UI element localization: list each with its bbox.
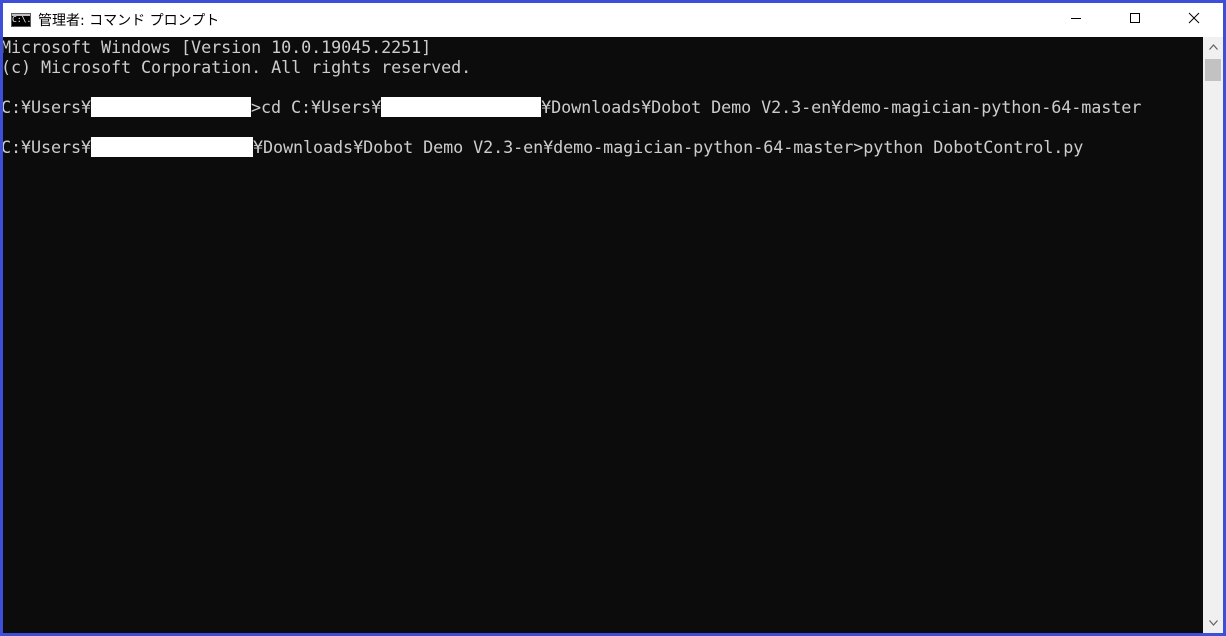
scroll-down-button[interactable]	[1203, 613, 1223, 633]
minimize-icon	[1070, 18, 1081, 19]
minimize-button[interactable]	[1046, 3, 1105, 33]
prompt-path-prefix: C:¥Users¥	[3, 137, 92, 157]
command-prompt-window: C:\. 管理者: コマンド プロンプト Microsoft Windows […	[3, 3, 1223, 633]
console-line-command-python: C:¥Users¥ ¥Downloads¥Dobot Demo V2.3-en¥d…	[3, 137, 1083, 157]
scrollbar-thumb[interactable]	[1205, 59, 1221, 81]
console-line: Microsoft Windows [Version 10.0.19045.22…	[3, 37, 432, 57]
close-icon	[1188, 12, 1199, 24]
cd-command-path: ¥Downloads¥Dobot Demo V2.3-en¥demo-magic…	[541, 97, 1142, 117]
cmd-app-icon[interactable]: C:\.	[11, 13, 31, 27]
prompt-path-prefix: C:¥Users¥	[3, 97, 92, 117]
console-line: (c) Microsoft Corporation. All rights re…	[3, 57, 472, 77]
redacted-username	[91, 97, 252, 117]
close-button[interactable]	[1164, 3, 1223, 33]
maximize-icon	[1129, 13, 1140, 23]
cd-command-text: >cd C:¥Users¥	[251, 97, 382, 117]
redacted-username	[381, 97, 542, 117]
title-bar[interactable]: C:\. 管理者: コマンド プロンプト	[3, 3, 1223, 37]
arrow-up-icon	[1208, 44, 1218, 50]
console-output[interactable]: Microsoft Windows [Version 10.0.19045.22…	[3, 37, 1201, 633]
redacted-username	[91, 137, 254, 157]
console-line-command-cd: C:¥Users¥ >cd C:¥Users¥ ¥Downloads¥Dobot D…	[3, 97, 1141, 117]
arrow-down-icon	[1208, 620, 1218, 626]
window-title: 管理者: コマンド プロンプト	[38, 13, 220, 29]
maximize-button[interactable]	[1105, 3, 1164, 33]
vertical-scrollbar[interactable]	[1203, 37, 1223, 633]
python-command-text: ¥Downloads¥Dobot Demo V2.3-en¥demo-magic…	[253, 137, 1084, 157]
window-controls	[1046, 3, 1223, 37]
scroll-up-button[interactable]	[1203, 37, 1223, 57]
